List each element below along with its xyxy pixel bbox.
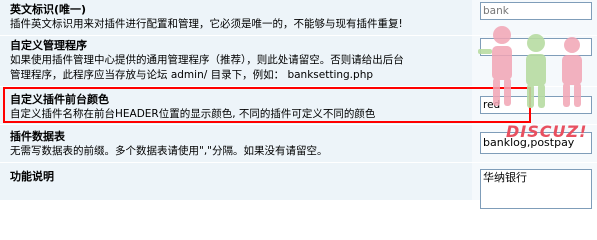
setting-row-identifier: 英文标识(唯一) 插件英文标识用来对插件进行配置和管理，它必须是唯一的，不能够与… [0, 0, 597, 36]
setting-input-cell: red [472, 87, 597, 124]
setting-label-cell: 英文标识(唯一) 插件英文标识用来对插件进行配置和管理，它必须是唯一的，不能够与… [0, 0, 472, 35]
setting-row-admin-program: 自定义管理程序 如果使用插件管理中心提供的通用管理程序（推荐），则此处请留空。否… [0, 36, 597, 87]
admin-program-input[interactable] [480, 38, 592, 56]
setting-label-cell: 插件数据表 无需写数据表的前缀。多个数据表请使用","分隔。如果没有请留空。 [0, 125, 472, 162]
setting-desc: 自定义插件名称在前台HEADER位置的显示颜色, 不同的插件可定义不同的颜色 [10, 108, 376, 120]
setting-desc: 如果使用插件管理中心提供的通用管理程序（推荐），则此处请留空。否则请给出后台 [10, 54, 404, 66]
setting-desc: 管理程序，此程序应当存放与论坛 admin/ 目录下，例如： banksetti… [10, 69, 374, 81]
setting-input-cell [472, 36, 597, 86]
setting-desc: 无需写数据表的前缀。多个数据表请使用","分隔。如果没有请留空。 [10, 145, 328, 157]
setting-input-cell: bank [472, 0, 597, 35]
setting-title: 英文标识(唯一) [10, 3, 87, 16]
setting-row-description: 功能说明 华纳银行 [0, 163, 597, 209]
setting-input-cell: 华纳银行 [472, 163, 597, 209]
setting-title: 功能说明 [10, 170, 54, 183]
setting-title: 自定义插件前台颜色 [10, 93, 109, 106]
setting-label-cell: 自定义管理程序 如果使用插件管理中心提供的通用管理程序（推荐），则此处请留空。否… [0, 36, 472, 86]
setting-label-cell: 自定义插件前台颜色 自定义插件名称在前台HEADER位置的显示颜色, 不同的插件… [0, 87, 472, 124]
color-input[interactable]: red [480, 96, 592, 114]
discuz-logo-text: DISCUZ! [506, 122, 588, 141]
setting-title: 插件数据表 [10, 130, 65, 143]
setting-title: 自定义管理程序 [10, 39, 87, 52]
setting-row-color: 自定义插件前台颜色 自定义插件名称在前台HEADER位置的显示颜色, 不同的插件… [0, 87, 597, 125]
setting-desc: 插件英文标识用来对插件进行配置和管理，它必须是唯一的，不能够与现有插件重复! [10, 18, 403, 30]
setting-label-cell: 功能说明 [0, 163, 472, 200]
identifier-input[interactable]: bank [480, 2, 592, 20]
description-textarea[interactable]: 华纳银行 [480, 169, 592, 209]
